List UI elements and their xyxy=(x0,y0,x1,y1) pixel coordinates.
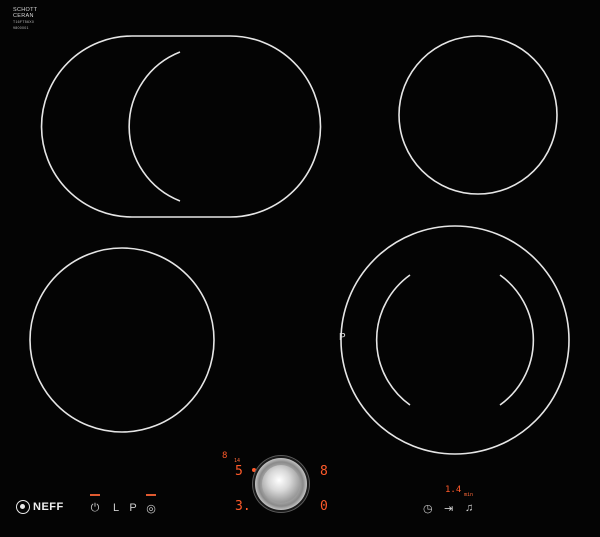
neff-logo: NEFF xyxy=(16,500,64,514)
serial-code: 9800001 xyxy=(13,26,29,30)
front-right-zone-outer xyxy=(340,225,570,455)
neff-logo-icon xyxy=(16,500,30,514)
timer-skip-button[interactable]: ⇥ xyxy=(444,502,453,515)
cooktop-glass-panel: SCHOTT CERAN T16FT56X0 9800001 P NEFF ⏻ … xyxy=(0,0,600,537)
zone-display-front-left[interactable]: 3. xyxy=(235,500,251,513)
zone-indicator-top: 8 xyxy=(222,451,228,461)
cooking-zones xyxy=(29,35,570,455)
twistpad-position-dot xyxy=(252,468,256,472)
lock-button[interactable]: L xyxy=(109,494,123,514)
power-button[interactable]: ⏻ xyxy=(88,494,102,515)
clock-icon: ◷ xyxy=(423,503,433,515)
front-right-zone-inner-right-arc xyxy=(499,274,535,406)
powerboost-button[interactable]: P xyxy=(126,494,140,514)
power-boost-icon: P xyxy=(129,501,137,514)
bell-icon: ♫ xyxy=(465,502,474,514)
twistpad-knob[interactable] xyxy=(255,458,307,510)
zone-display-rear-right[interactable]: 8 xyxy=(320,465,328,478)
neff-logo-word: NEFF xyxy=(33,501,64,513)
settings-button[interactable]: ◎ xyxy=(144,494,158,515)
settings-icon: ◎ xyxy=(146,502,156,515)
power-icon: ⏻ xyxy=(90,501,100,514)
rear-right-zone xyxy=(398,35,558,195)
settings-indicator-led xyxy=(146,494,156,496)
zone-display-front-right[interactable]: 0 xyxy=(320,500,328,513)
zone-marker-label: P xyxy=(339,332,346,343)
schott-ceran-mark: SCHOTT CERAN T16FT56X0 9800001 xyxy=(13,7,37,31)
timer-display: 1.4 xyxy=(445,485,462,495)
timer-clock-button[interactable]: ◷ xyxy=(423,502,433,515)
zone-display-rear-left[interactable]: 5 xyxy=(235,465,243,478)
timer-unit: min xyxy=(464,492,474,498)
front-right-zone-inner-left-arc xyxy=(375,274,411,406)
timer-alarm-button[interactable]: ♫ xyxy=(465,502,473,514)
child-lock-icon: L xyxy=(112,501,120,514)
front-left-zone xyxy=(29,247,215,433)
twistpad-knob-cap xyxy=(262,465,300,503)
extended-zone-inner-arc xyxy=(128,51,181,202)
skip-icon: ⇥ xyxy=(444,503,454,515)
oval-extended-zone xyxy=(40,35,322,218)
power-indicator-led xyxy=(90,494,100,496)
